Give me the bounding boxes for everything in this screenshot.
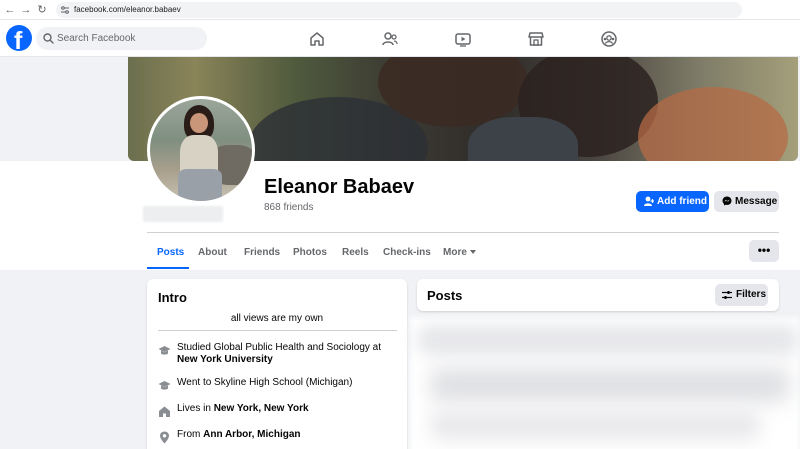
- intro-item-prefix: From: [177, 429, 204, 440]
- posts-title: Posts: [427, 288, 463, 303]
- url-text: facebook.com/eleanor.babaev: [74, 5, 181, 14]
- cover-figure-shape: [468, 117, 578, 161]
- blurred-content: [430, 410, 760, 440]
- reload-icon[interactable]: ↻: [36, 3, 48, 17]
- forward-arrow-icon[interactable]: →: [20, 3, 32, 17]
- filters-icon: [722, 291, 732, 299]
- messenger-icon: [722, 196, 732, 206]
- intro-item-link[interactable]: Ann Arbor, Michigan: [203, 429, 300, 440]
- profile-name: Eleanor Babaev: [264, 176, 415, 198]
- facebook-logo[interactable]: f: [6, 25, 32, 51]
- intro-item-link[interactable]: New York University: [177, 354, 273, 365]
- add-friend-icon: [644, 196, 654, 206]
- friends-icon[interactable]: [381, 30, 399, 48]
- message-label: Message: [735, 196, 778, 207]
- blurred-content: [418, 325, 798, 355]
- blurred-content: [430, 368, 790, 402]
- avatar-photo-shape: [190, 113, 208, 133]
- tab-more[interactable]: More: [443, 246, 467, 259]
- cover-figure-shape: [638, 87, 788, 161]
- search-icon: [43, 33, 54, 44]
- intro-card: Intro all views are my own Studied Globa…: [147, 279, 407, 449]
- profile-divider: [147, 232, 779, 233]
- back-arrow-icon[interactable]: ←: [4, 3, 16, 17]
- address-bar[interactable]: facebook.com/eleanor.babaev: [56, 2, 742, 18]
- intro-item-prefix: Went to Skyline High School (Michigan): [177, 377, 353, 388]
- intro-divider: [158, 330, 397, 331]
- intro-item-text: From Ann Arbor, Michigan: [177, 429, 402, 441]
- avatar-photo-shape: [178, 169, 222, 201]
- search-box[interactable]: [36, 27, 207, 50]
- add-friend-label: Add friend: [657, 196, 707, 207]
- friends-count[interactable]: 868 friends: [264, 201, 313, 214]
- tab-reels[interactable]: Reels: [342, 246, 369, 259]
- intro-item-text: Studied Global Public Health and Sociolo…: [177, 342, 402, 366]
- posts-header-card: Posts Filters: [417, 279, 779, 311]
- caret-down-icon[interactable]: [470, 249, 476, 255]
- home-icon[interactable]: [308, 30, 326, 48]
- intro-title: Intro: [158, 290, 187, 305]
- tab-check-ins[interactable]: Check-ins: [383, 246, 431, 259]
- intro-item-text: Lives in New York, New York: [177, 403, 402, 415]
- graduation-cap-icon: [158, 346, 171, 355]
- filters-label: Filters: [736, 289, 767, 300]
- facebook-header: f: [0, 20, 800, 57]
- graduation-cap-icon: [158, 381, 171, 390]
- watch-icon[interactable]: [454, 30, 472, 48]
- active-tab-indicator: [147, 267, 189, 269]
- more-options-button[interactable]: •••: [749, 240, 779, 262]
- add-friend-button[interactable]: Add friend: [636, 191, 709, 212]
- profile-avatar[interactable]: [147, 96, 255, 204]
- intro-item-text: Went to Skyline High School (Michigan): [177, 377, 402, 389]
- intro-item-prefix: Studied Global Public Health and Sociolo…: [177, 342, 382, 353]
- bio-text: all views are my own: [230, 313, 324, 324]
- intro-item-link[interactable]: New York, New York: [214, 403, 309, 414]
- intro-item-prefix: Lives in: [177, 403, 214, 414]
- tab-friends[interactable]: Friends: [244, 246, 280, 259]
- avatar-photo: [150, 99, 252, 201]
- message-button[interactable]: Message: [714, 191, 779, 212]
- tab-posts[interactable]: Posts: [157, 246, 184, 259]
- browser-toolbar: ← → ↻ facebook.com/eleanor.babaev: [0, 0, 800, 20]
- redacted-text: [143, 206, 223, 222]
- home-icon: [159, 406, 170, 417]
- location-pin-icon: [160, 431, 169, 444]
- marketplace-icon[interactable]: [527, 30, 545, 48]
- site-settings-icon[interactable]: [60, 5, 70, 15]
- tab-photos[interactable]: Photos: [293, 246, 327, 259]
- filters-button[interactable]: Filters: [715, 284, 768, 306]
- groups-icon[interactable]: [600, 30, 618, 48]
- tab-about[interactable]: About: [198, 246, 227, 259]
- facebook-logo-letter: f: [14, 27, 23, 51]
- search-input[interactable]: [57, 30, 202, 47]
